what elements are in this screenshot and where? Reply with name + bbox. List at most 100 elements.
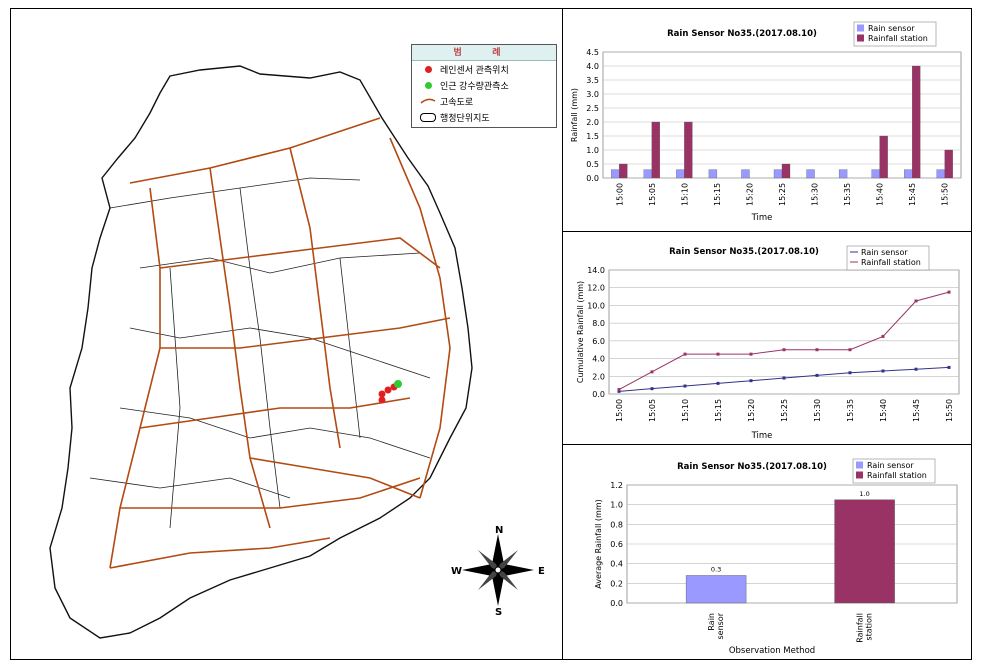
y-tick-label: 3.0	[586, 90, 599, 99]
y-tick-label: 0.0	[592, 390, 605, 399]
legend-label: Rain sensor	[867, 461, 914, 470]
x-tick-label: 15:40	[879, 399, 888, 422]
x-tick-label: 15:50	[941, 183, 950, 206]
x-tick-label: Rainfall	[856, 613, 865, 643]
data-point	[914, 299, 918, 303]
x-tick-label: 15:05	[648, 399, 657, 422]
green-dot-icon	[424, 81, 432, 89]
bar	[806, 169, 815, 179]
y-tick-label: 0.0	[586, 174, 599, 183]
rain-sensor-point	[384, 386, 392, 394]
x-tick-label: 15:15	[714, 399, 723, 422]
data-point	[881, 369, 885, 373]
data-point	[716, 381, 720, 385]
data-point	[881, 334, 885, 338]
admin-boundary-icon	[420, 112, 436, 122]
y-tick-label: 0.8	[610, 520, 623, 529]
bar	[912, 65, 921, 179]
x-tick-label: station	[865, 613, 874, 641]
legend-label: 레인센서 관측위치	[440, 64, 509, 75]
data-point	[782, 348, 786, 352]
rainfall-bar-chart: 0.0 0.5 1.0 1.5 2.0 2.5 3.0 3.5 4.0 4.5 Rain Senso…	[570, 21, 962, 223]
data-point	[650, 370, 654, 374]
compass-s: S	[495, 607, 502, 618]
rain-sensor-point	[378, 390, 386, 398]
bar	[871, 169, 880, 179]
data-point	[683, 352, 687, 356]
y-tick-label: 2.0	[592, 372, 605, 381]
x-axis-label: Time	[751, 431, 773, 441]
red-dot-icon	[424, 65, 432, 73]
x-tick-label: Rain	[707, 613, 716, 631]
compass-rose-icon: N S W E	[451, 525, 545, 618]
legend-label: 행정단위지도	[440, 112, 490, 123]
bar	[781, 163, 791, 179]
y-tick-label: 0.4	[610, 560, 623, 569]
chart-panel-2: 0.0 2.0 4.0 6.0 8.0 10.0 12.0 14.0 Rain Sensor N…	[563, 232, 972, 445]
legend-label: Rainfall station	[868, 34, 928, 43]
x-tick-label: 15:20	[745, 183, 754, 206]
bar	[651, 121, 660, 179]
data-point	[683, 384, 687, 388]
bar	[741, 169, 750, 179]
map-legend: 범 례 레인센서 관측위치 인근 강수량관측소 고속도로 행정단위지도	[411, 44, 557, 128]
legend-swatch	[856, 461, 863, 469]
x-tick-label: 15:05	[648, 183, 657, 206]
chart-title: Rain Sensor No35.(2017.08.10)	[677, 462, 827, 472]
y-tick-label: 6.0	[592, 337, 605, 346]
highway-network	[109, 117, 451, 569]
legend-swatch	[857, 24, 864, 32]
legend-item-admin-map: 행정단위지도	[412, 109, 556, 125]
legend-swatch	[856, 471, 863, 479]
bar	[611, 169, 620, 179]
rainfall-station-point	[394, 380, 402, 388]
data-point	[848, 371, 852, 375]
x-tick-label: 15:10	[680, 183, 689, 206]
y-tick-label: 2.0	[586, 118, 599, 127]
data-point	[815, 373, 819, 377]
legend-label: Rainfall station	[861, 258, 921, 267]
bar	[879, 135, 888, 179]
x-tick-label: 15:45	[908, 183, 917, 206]
bar	[773, 169, 783, 179]
legend-label: Rain sensor	[868, 24, 915, 33]
y-tick-label: 4.0	[592, 355, 605, 364]
chart-title: Rain Sensor No35.(2017.08.10)	[669, 247, 819, 257]
x-axis-label: Observation Method	[729, 646, 815, 656]
x-tick-label: 15:50	[945, 399, 954, 422]
data-point	[815, 348, 819, 352]
x-tick-label: 15:20	[747, 399, 756, 422]
bar	[643, 169, 652, 179]
data-point	[947, 290, 951, 294]
data-label: 0.3	[711, 565, 721, 573]
legend-label: Rainfall station	[867, 471, 927, 480]
x-tick-label: 15:35	[846, 399, 855, 422]
data-point	[716, 352, 720, 356]
compass-w: W	[451, 566, 462, 577]
bar	[936, 169, 945, 179]
legend-item-highway: 고속도로	[412, 93, 556, 109]
data-point	[650, 387, 654, 391]
x-tick-label: 15:10	[681, 399, 690, 422]
x-tick-label: 15:45	[912, 399, 921, 422]
x-tick-label: 15:25	[778, 183, 787, 206]
y-axis-label: Cumulative Rainfall (mm)	[576, 281, 585, 383]
compass-e: E	[538, 566, 545, 577]
x-tick-label: 15:35	[843, 183, 852, 206]
y-axis-label: Rainfall (mm)	[570, 88, 579, 142]
x-tick-label: 15:30	[811, 183, 820, 206]
x-tick-label: 15:15	[713, 183, 722, 206]
legend-label: 고속도로	[440, 96, 474, 107]
y-tick-label: 1.2	[610, 481, 623, 490]
province-borders	[89, 177, 431, 529]
y-tick-label: 1.0	[610, 501, 623, 510]
y-tick-label: 14.0	[587, 266, 605, 275]
average-bar-chart: 0.0 0.2 0.4 0.6 0.8 1.0 1.2 Rain Sensor No35.(2…	[594, 458, 958, 656]
x-tick-label: 15:00	[615, 183, 624, 206]
y-tick-label: 0.6	[610, 540, 623, 549]
chart-title: Rain Sensor No35.(2017.08.10)	[667, 29, 817, 39]
x-tick-label: 15:40	[876, 183, 885, 206]
bar	[684, 121, 693, 179]
data-point	[782, 376, 786, 380]
legend-item-rain-sensor: 레인센서 관측위치	[412, 61, 556, 77]
